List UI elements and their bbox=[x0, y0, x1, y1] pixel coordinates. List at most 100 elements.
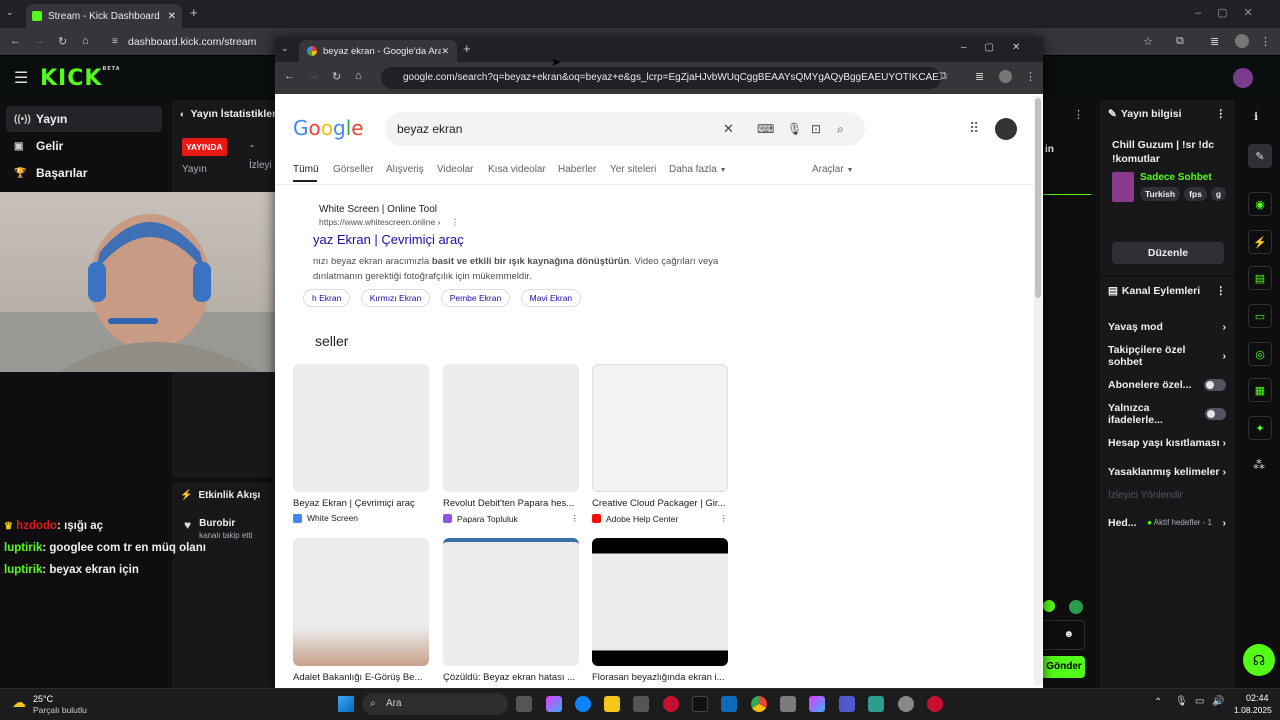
microphone-icon[interactable]: 🎙 bbox=[787, 112, 802, 146]
more-icon[interactable]: ⋮ bbox=[1073, 108, 1084, 121]
new-tab-icon[interactable]: + bbox=[190, 5, 198, 20]
tab-images[interactable]: Görseller bbox=[333, 164, 374, 175]
sidebar-item-yayin[interactable]: ((•)) Yayın bbox=[6, 106, 162, 132]
lightning-icon[interactable]: ⚡ bbox=[1248, 230, 1272, 254]
app-icon[interactable] bbox=[868, 696, 884, 712]
chat-username[interactable]: luptirik bbox=[4, 564, 42, 576]
search-icon[interactable]: ⌕ bbox=[837, 112, 844, 146]
weather-icon[interactable]: ☁ bbox=[12, 694, 26, 711]
account-avatar[interactable] bbox=[995, 118, 1017, 140]
home-icon[interactable]: ⌂ bbox=[355, 70, 362, 82]
clock-date[interactable]: 1.08.2025 bbox=[1234, 705, 1272, 715]
image-thumbnail[interactable] bbox=[293, 538, 429, 666]
forward-icon[interactable]: → bbox=[34, 35, 45, 47]
image-result[interactable]: Adalet Bakanlığı E-Görüş Be... bbox=[293, 538, 429, 683]
new-tab-icon[interactable]: + bbox=[463, 41, 471, 56]
kick-logo[interactable]: KICKBETA bbox=[40, 66, 121, 91]
search-input[interactable]: beyaz ekran ✕ ⌨ 🎙 ⊡ ⌕ bbox=[385, 112, 865, 146]
inner-tab-google[interactable]: beyaz ekran - Google'da Ara ✕ bbox=[299, 40, 457, 62]
image-thumbnail[interactable] bbox=[443, 364, 579, 492]
image-thumbnail[interactable] bbox=[592, 364, 728, 492]
google-logo[interactable]: Google bbox=[293, 116, 364, 140]
pill-link[interactable]: Mavi Ekran bbox=[520, 289, 582, 307]
tray-chevron-icon[interactable]: ⌃ bbox=[1154, 697, 1162, 708]
app-icon[interactable] bbox=[780, 696, 796, 712]
more-icon[interactable]: ⋮ bbox=[1216, 285, 1227, 297]
window-controls[interactable]: –▢✕ bbox=[961, 42, 1038, 53]
chat-input[interactable]: ☻ bbox=[1043, 620, 1085, 650]
extensions-icon[interactable]: ⧉ bbox=[1176, 35, 1184, 48]
more-icon[interactable]: ⋮ bbox=[1216, 108, 1227, 120]
action-banned-words[interactable]: Yasaklanmış kelimeler › bbox=[1100, 457, 1234, 486]
lens-icon[interactable]: ⊡ bbox=[811, 112, 821, 146]
apps-grid-icon[interactable]: ⠿ bbox=[969, 120, 979, 137]
office-icon[interactable] bbox=[809, 696, 825, 712]
tag[interactable]: g bbox=[1210, 187, 1226, 201]
tab-all[interactable]: Tümü bbox=[293, 164, 319, 175]
apps-icon[interactable]: ⁂ bbox=[1253, 458, 1265, 472]
tab-sites[interactable]: Yer siteleri bbox=[610, 164, 656, 175]
tab-list-icon[interactable]: ⌄ bbox=[281, 43, 289, 54]
image-result[interactable]: Beyaz Ekran | Çevrimiçi araç White Scree… bbox=[293, 364, 429, 523]
edge-icon[interactable] bbox=[575, 696, 591, 712]
more-vert-icon[interactable]: ⋮ bbox=[451, 217, 460, 227]
image-thumbnail[interactable] bbox=[443, 538, 579, 666]
chat-username[interactable]: hzdodo bbox=[16, 520, 57, 532]
stream-category[interactable]: Sadece Sohbet bbox=[1140, 172, 1226, 183]
hamburger-icon[interactable]: ☰ bbox=[14, 68, 28, 88]
more-vert-icon[interactable]: ⋮ bbox=[720, 513, 729, 524]
tab-videos[interactable]: Videolar bbox=[437, 164, 474, 175]
profile-avatar[interactable] bbox=[1235, 34, 1249, 48]
help-icon[interactable]: ☊ bbox=[1243, 644, 1275, 676]
image-result[interactable]: Revolut Debit'ten Papara hes... Papara T… bbox=[443, 364, 579, 524]
reload-icon[interactable]: ↻ bbox=[58, 35, 67, 48]
reload-icon[interactable]: ↻ bbox=[332, 70, 341, 83]
pill-link[interactable]: Pembe Ekran bbox=[440, 289, 511, 307]
document-icon[interactable]: ▤ bbox=[1248, 266, 1272, 290]
image-result[interactable]: Florasan beyazlığında ekran i... bbox=[592, 538, 728, 683]
media-icon[interactable]: ≣ bbox=[975, 70, 984, 83]
home-icon[interactable]: ⌂ bbox=[82, 35, 89, 47]
tab-more[interactable]: Daha fazla ▼ bbox=[669, 164, 727, 175]
store-icon[interactable] bbox=[633, 696, 649, 712]
action-subscribers-only[interactable]: Abonelere özel... bbox=[1100, 370, 1234, 399]
chat-icon[interactable]: ▭ bbox=[1248, 304, 1272, 328]
taskbar-search[interactable]: ⌕ Ara bbox=[362, 693, 508, 715]
start-icon[interactable] bbox=[338, 696, 354, 712]
image-thumbnail[interactable] bbox=[592, 538, 728, 666]
copilot-icon[interactable] bbox=[546, 696, 562, 712]
tab-list-icon[interactable]: ⌄ bbox=[6, 7, 14, 18]
forward-icon[interactable]: → bbox=[308, 70, 319, 82]
action-followers-only[interactable]: Takipçilere özel sohbet › bbox=[1100, 341, 1234, 370]
weather-temp[interactable]: 25°C bbox=[33, 694, 53, 704]
file-explorer-icon[interactable] bbox=[604, 696, 620, 712]
outer-url[interactable]: dashboard.kick.com/stream bbox=[128, 36, 256, 48]
send-button[interactable]: Gönder bbox=[1043, 656, 1085, 678]
result-title-link[interactable]: yaz Ekran | Çevrimiçi araç bbox=[313, 232, 464, 247]
close-tab-icon[interactable]: ✕ bbox=[441, 46, 449, 57]
tools-button[interactable]: Araçlar ▼ bbox=[812, 164, 853, 175]
more-vert-icon[interactable]: ⋮ bbox=[571, 513, 580, 524]
back-icon[interactable]: ← bbox=[10, 35, 21, 47]
clock-time[interactable]: 02:44 bbox=[1246, 693, 1269, 703]
focus-icon[interactable]: ◉ bbox=[1248, 192, 1272, 216]
toggle-switch[interactable] bbox=[1204, 407, 1226, 420]
info-icon[interactable]: ℹ bbox=[1254, 110, 1258, 123]
window-controls[interactable]: –▢✕ bbox=[1195, 6, 1269, 19]
task-view-icon[interactable] bbox=[516, 696, 532, 712]
close-tab-icon[interactable]: ✕ bbox=[168, 11, 176, 22]
scrollbar-thumb[interactable] bbox=[1035, 98, 1041, 298]
chat-username[interactable]: luptirik bbox=[4, 542, 42, 554]
pill-link[interactable]: Kırmızı Ekran bbox=[360, 289, 431, 307]
menu-icon[interactable]: ⋮ bbox=[1260, 35, 1271, 48]
layout-icon[interactable]: ▦ bbox=[1248, 378, 1272, 402]
network-icon[interactable]: ▭ bbox=[1195, 696, 1204, 707]
image-result[interactable]: Çözüldü: Beyaz ekran hatası ... bbox=[443, 538, 579, 683]
tab-shopping[interactable]: Alışveriş bbox=[386, 164, 424, 175]
outer-tab-kick[interactable]: Stream - Kick Dashboard ✕ bbox=[26, 4, 182, 28]
back-icon[interactable]: ← bbox=[284, 70, 295, 82]
toggle-switch[interactable] bbox=[1204, 378, 1226, 391]
sidebar-item-basarilar[interactable]: 🏆 Başarılar bbox=[0, 160, 170, 186]
pencil-icon[interactable]: ✎ bbox=[1248, 144, 1272, 168]
action-slow-mode[interactable]: Yavaş mod › bbox=[1100, 312, 1234, 341]
